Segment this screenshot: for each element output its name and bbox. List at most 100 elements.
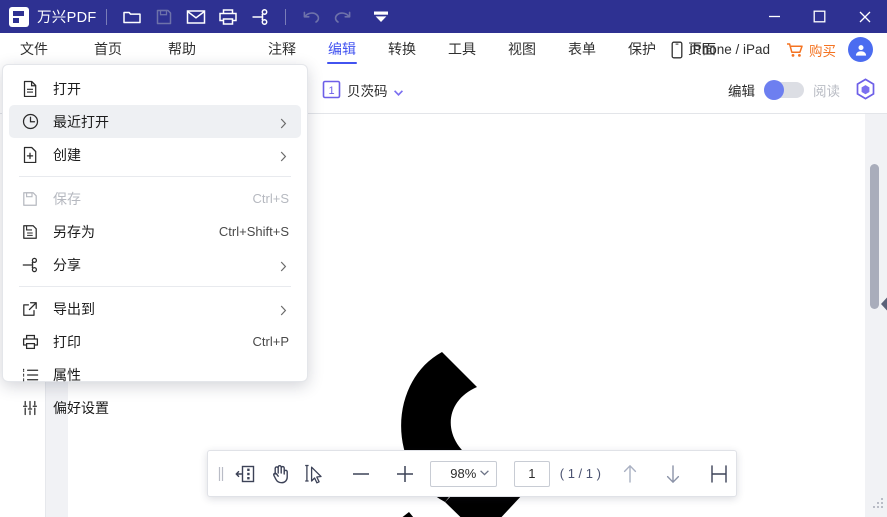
menu-bar: 文件 首页 帮助 注释 编辑 转换 工具 视图 表单 保护 页面 iPhone … xyxy=(0,33,887,66)
phone-icon xyxy=(671,41,683,59)
share-icon[interactable] xyxy=(244,4,276,30)
minimize-button[interactable] xyxy=(752,0,797,33)
collapse-panel-arrow-icon[interactable] xyxy=(880,296,887,312)
share-node-icon xyxy=(15,257,45,273)
hand-tool-icon[interactable] xyxy=(263,456,297,492)
gear-hex-icon[interactable] xyxy=(854,78,877,101)
title-bar: 万兴PDF xyxy=(0,0,887,33)
printer-icon xyxy=(15,334,45,350)
zoom-in-icon[interactable] xyxy=(388,456,422,492)
window-controls xyxy=(752,0,887,33)
menu-save-as[interactable]: 另存为 Ctrl+Shift+S xyxy=(9,215,301,248)
read-mode-label[interactable]: 阅读 xyxy=(813,80,840,100)
ribbon-bates-number[interactable]: 1 贝茨码 xyxy=(322,80,403,100)
pdf-editor-window: 万兴PDF xyxy=(0,0,887,517)
avatar[interactable] xyxy=(848,37,873,62)
vertical-scrollbar[interactable] xyxy=(865,114,887,517)
file-dropdown-menu: 打开 最近打开 创建 保存 Ctrl+S xyxy=(2,64,308,382)
close-button[interactable] xyxy=(842,0,887,33)
menu-print-label: 打印 xyxy=(53,332,81,352)
buy-button[interactable]: 购买 xyxy=(786,40,836,60)
chevron-right-icon xyxy=(280,303,287,321)
print-icon[interactable] xyxy=(212,4,244,30)
toolbar-drag-handle[interactable] xyxy=(217,466,225,482)
toggle-knob xyxy=(764,80,784,100)
zoom-level-value: 98% xyxy=(450,466,476,481)
chevron-down-icon xyxy=(480,470,489,476)
tab-form[interactable]: 表单 xyxy=(568,33,596,66)
buy-label: 购买 xyxy=(809,40,836,60)
titlebar-divider-1 xyxy=(106,9,107,25)
tab-view[interactable]: 视图 xyxy=(508,33,536,66)
menu-properties[interactable]: 属性 xyxy=(9,358,301,391)
bates-number-icon: 1 xyxy=(322,80,341,99)
save-icon[interactable] xyxy=(148,4,180,30)
previous-page-icon[interactable] xyxy=(613,456,647,492)
menu-create[interactable]: 创建 xyxy=(9,138,301,171)
save-disk-icon xyxy=(15,191,45,207)
chevron-right-icon xyxy=(280,259,287,277)
next-page-icon[interactable] xyxy=(657,456,691,492)
page-number-value: 1 xyxy=(528,466,535,481)
open-folder-icon[interactable] xyxy=(116,4,148,30)
menu-divider-1 xyxy=(19,176,291,177)
menu-properties-label: 属性 xyxy=(53,365,81,385)
tab-comment[interactable]: 注释 xyxy=(268,33,296,66)
resize-grip-icon[interactable] xyxy=(873,496,884,514)
clock-recent-icon xyxy=(15,113,45,130)
more-dropdown-icon[interactable] xyxy=(365,4,397,30)
chevron-down-icon[interactable] xyxy=(394,90,403,96)
menu-create-label: 创建 xyxy=(53,145,81,165)
menu-save-as-label: 另存为 xyxy=(53,222,95,242)
menu-print[interactable]: 打印 Ctrl+P xyxy=(9,325,301,358)
menu-preferences[interactable]: 偏好设置 xyxy=(9,391,301,424)
tab-edit[interactable]: 编辑 xyxy=(328,33,356,66)
fit-page-icon[interactable] xyxy=(702,456,736,492)
menu-save[interactable]: 保存 Ctrl+S xyxy=(9,182,301,215)
email-icon[interactable] xyxy=(180,4,212,30)
select-tool-icon[interactable] xyxy=(296,456,330,492)
menu-item-home[interactable]: 首页 xyxy=(94,33,122,66)
menu-save-label: 保存 xyxy=(53,189,81,209)
save-as-icon xyxy=(15,224,45,240)
menu-open[interactable]: 打开 xyxy=(9,72,301,105)
edit-read-toggle[interactable] xyxy=(764,82,804,98)
menu-recent-label: 最近打开 xyxy=(53,112,109,132)
ribbon-bates-number-label: 贝茨码 xyxy=(347,80,388,100)
menu-save-shortcut: Ctrl+S xyxy=(253,191,289,206)
svg-text:1: 1 xyxy=(328,85,334,97)
properties-list-icon xyxy=(15,368,45,382)
menu-recent[interactable]: 最近打开 xyxy=(9,105,301,138)
chevron-right-icon xyxy=(280,116,287,134)
chevron-right-icon xyxy=(280,149,287,167)
toggle-sidebar-icon[interactable] xyxy=(229,456,263,492)
cart-icon xyxy=(786,42,804,58)
menu-export-to-label: 导出到 xyxy=(53,299,95,319)
zoom-out-icon[interactable] xyxy=(344,456,378,492)
undo-icon[interactable] xyxy=(295,4,327,30)
maximize-button[interactable] xyxy=(797,0,842,33)
scrollbar-thumb[interactable] xyxy=(870,164,879,309)
menu-item-file[interactable]: 文件 xyxy=(20,33,48,66)
menu-share[interactable]: 分享 xyxy=(9,248,301,281)
titlebar-divider-2 xyxy=(285,9,286,25)
app-title: 万兴PDF xyxy=(37,6,97,27)
redo-icon[interactable] xyxy=(327,4,359,30)
tab-protect[interactable]: 保护 xyxy=(628,33,656,66)
page-number-input[interactable]: 1 xyxy=(514,461,550,487)
document-plus-icon xyxy=(15,146,45,163)
ribbon-mode-group: 编辑 阅读 xyxy=(728,78,877,101)
tab-tools[interactable]: 工具 xyxy=(448,33,476,66)
zoom-level-select[interactable]: 98% xyxy=(430,461,498,487)
edit-mode-label[interactable]: 编辑 xyxy=(728,80,755,100)
menubar-right-group: iPhone / iPad 购买 xyxy=(671,33,879,66)
menu-print-shortcut: Ctrl+P xyxy=(253,334,289,349)
tab-convert[interactable]: 转换 xyxy=(388,33,416,66)
iphone-ipad-button[interactable]: iPhone / iPad xyxy=(671,41,770,59)
page-count-label: ( 1 / 1 ) xyxy=(560,466,601,481)
menu-preferences-label: 偏好设置 xyxy=(53,398,109,418)
export-icon xyxy=(15,301,45,317)
document-open-icon xyxy=(15,80,45,97)
menu-export-to[interactable]: 导出到 xyxy=(9,292,301,325)
menu-item-help[interactable]: 帮助 xyxy=(168,33,196,66)
